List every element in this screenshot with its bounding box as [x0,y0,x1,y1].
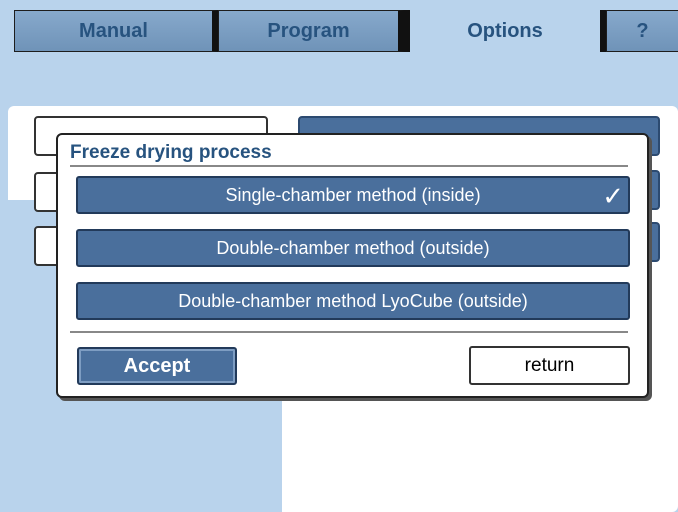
return-button[interactable]: return [469,346,630,385]
option-double-chamber-label: Double-chamber method (outside) [216,237,490,258]
tab-program-label: Program [267,19,350,42]
dialog-title: Freeze drying process [70,142,272,163]
tab-help-label: ? [636,19,649,42]
tab-options-label: Options [467,19,543,42]
buttons-divider [70,331,628,333]
option-single-chamber-label: Single-chamber method (inside) [225,184,481,205]
accept-button-label: Accept [123,354,191,377]
return-button-label: return [524,354,575,376]
tab-options[interactable]: Options [404,10,606,52]
accept-button[interactable]: Accept [77,347,237,385]
tab-manual-label: Manual [79,19,148,42]
option-double-chamber-lyocube[interactable]: Double-chamber method LyoCube (outside) [76,282,630,320]
freeze-drying-dialog: Freeze drying process Single-chamber met… [56,133,649,398]
tab-help[interactable]: ? [606,10,678,52]
option-single-chamber[interactable]: Single-chamber method (inside) ✓ [76,176,630,214]
option-double-chamber-lyocube-label: Double-chamber method LyoCube (outside) [178,290,528,311]
checkmark-icon: ✓ [602,181,624,211]
option-double-chamber[interactable]: Double-chamber method (outside) [76,229,630,267]
tab-program[interactable]: Program [218,10,404,52]
tab-manual[interactable]: Manual [14,10,218,52]
title-divider [70,165,628,167]
